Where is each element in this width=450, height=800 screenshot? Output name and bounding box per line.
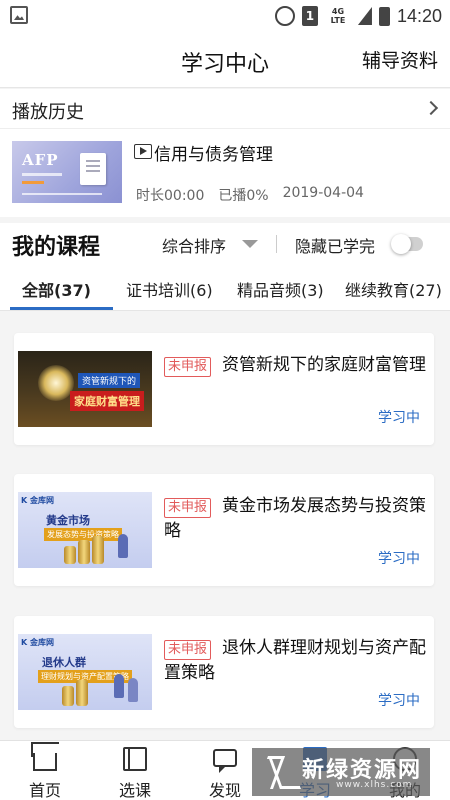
play-history-section: 播放历史 AFP 信用与债务管理 时长00:00 已播0% 2019-04-04 — [0, 89, 450, 217]
nav-home[interactable]: 首页 — [0, 741, 90, 800]
nav-courses[interactable]: 选课 — [90, 741, 180, 800]
chevron-right-icon — [423, 100, 439, 116]
tab-all[interactable]: 全部(37) — [22, 277, 91, 301]
thumbnail-decoration — [22, 193, 102, 195]
section-title: 我的课程 — [12, 235, 101, 260]
status-icons: 1 4G LTE 14:20 — [274, 4, 442, 28]
sort-dropdown[interactable]: 综合排序 — [162, 233, 226, 257]
thumbnail-logo: K 金库网 — [21, 496, 54, 505]
chat-icon — [213, 749, 237, 773]
tab-certificate-training[interactable]: 证书培训(6) — [126, 277, 213, 301]
network-type: 4G LTE — [330, 7, 346, 25]
history-course-title[interactable]: 信用与债务管理 — [154, 140, 273, 165]
sim-card-icon: 1 — [301, 6, 318, 26]
thumbnail-caption: 退休人群 — [42, 656, 86, 669]
person-graphic — [114, 674, 124, 698]
person-graphic — [128, 678, 138, 702]
course-thumbnail: K 金库网 退休人群 理财规划与资产配置策略 — [18, 634, 152, 710]
video-play-icon — [134, 144, 152, 159]
home-icon — [33, 753, 57, 771]
gold-coins-graphic — [64, 546, 76, 564]
course-card[interactable]: K 金库网 黄金市场 发展态势与投资策略 未申报 黄金市场发展态势与投资策略 学… — [14, 474, 434, 586]
tab-premium-audio[interactable]: 精品音频(3) — [237, 277, 324, 301]
alarm-icon — [274, 6, 295, 26]
certificate-icon — [80, 153, 106, 185]
my-courses-header: 我的课程 综合排序 隐藏已学完 — [0, 223, 450, 265]
watermark-url: www.xlhs.com — [336, 780, 413, 790]
history-date: 2019-04-04 — [282, 185, 364, 201]
learning-status: 学习中 — [378, 551, 420, 567]
course-title: 退休人群理财规划与资产配置策略 — [164, 638, 426, 683]
thumbnail-caption: 黄金市场 — [46, 514, 90, 527]
course-tabs: 全部(37) 证书培训(6) 精品音频(3) 继续教育(27) — [0, 265, 450, 311]
toggle-knob[interactable] — [391, 234, 411, 254]
status-bar: 1 4G LTE 14:20 — [0, 0, 450, 32]
history-meta: 时长00:00 已播0% 2019-04-04 — [136, 185, 364, 205]
watermark: 新绿资源网 www.xlhs.com — [252, 748, 430, 796]
course-title: 资管新规下的家庭财富管理 — [222, 355, 426, 375]
course-title: 黄金市场发展态势与投资策略 — [164, 496, 426, 541]
hide-completed-label: 隐藏已学完 — [295, 237, 376, 256]
thumbnail-decoration — [22, 173, 62, 176]
clock: 14:20 — [396, 5, 442, 26]
nav-label: 选课 — [118, 781, 151, 800]
app-header: 学习中心 辅导资料 — [0, 32, 450, 88]
course-thumbnail: 资管新规下的 家庭财富管理 — [18, 351, 152, 427]
gold-coins-graphic — [78, 540, 90, 564]
play-history-label: 播放历史 — [12, 102, 84, 123]
learning-status: 学习中 — [378, 410, 420, 426]
thumbnail-decoration — [38, 365, 74, 401]
thumbnail-caption: 家庭财富管理 — [70, 391, 144, 411]
history-progress: 已播0% — [218, 188, 269, 204]
thumbnail-brand: AFP — [22, 151, 59, 169]
signal-icon — [357, 7, 372, 25]
person-graphic — [118, 534, 128, 558]
caret-down-icon[interactable] — [242, 240, 258, 248]
watermark-logo-icon — [262, 754, 294, 788]
course-card[interactable]: K 金库网 退休人群 理财规划与资产配置策略 未申报 退休人群理财规划与资产配置… — [14, 616, 434, 728]
battery-icon — [378, 6, 390, 26]
thumbnail-decoration — [22, 181, 44, 184]
learning-status: 学习中 — [378, 693, 420, 709]
hide-completed-toggle[interactable] — [391, 234, 423, 254]
book-icon — [123, 747, 147, 771]
thumbnail-caption: 资管新规下的 — [78, 373, 141, 388]
course-card[interactable]: 资管新规下的 家庭财富管理 未申报 资管新规下的家庭财富管理 学习中 — [14, 333, 434, 445]
active-tab-indicator — [10, 307, 113, 310]
play-history-header[interactable]: 播放历史 — [0, 89, 450, 129]
course-thumbnail: K 金库网 黄金市场 发展态势与投资策略 — [18, 492, 152, 568]
gold-coins-graphic — [92, 536, 104, 564]
tutoring-materials-link[interactable]: 辅导资料 — [362, 46, 438, 73]
history-thumbnail[interactable]: AFP — [12, 141, 122, 203]
divider — [276, 235, 277, 253]
history-duration: 时长00:00 — [136, 188, 205, 204]
gallery-notification-icon — [10, 6, 28, 24]
gold-coins-graphic — [76, 680, 88, 706]
nav-label: 首页 — [28, 781, 61, 800]
gold-coins-graphic — [62, 686, 74, 706]
tab-continuing-education[interactable]: 继续教育(27) — [345, 277, 442, 301]
thumbnail-logo: K 金库网 — [21, 638, 54, 647]
